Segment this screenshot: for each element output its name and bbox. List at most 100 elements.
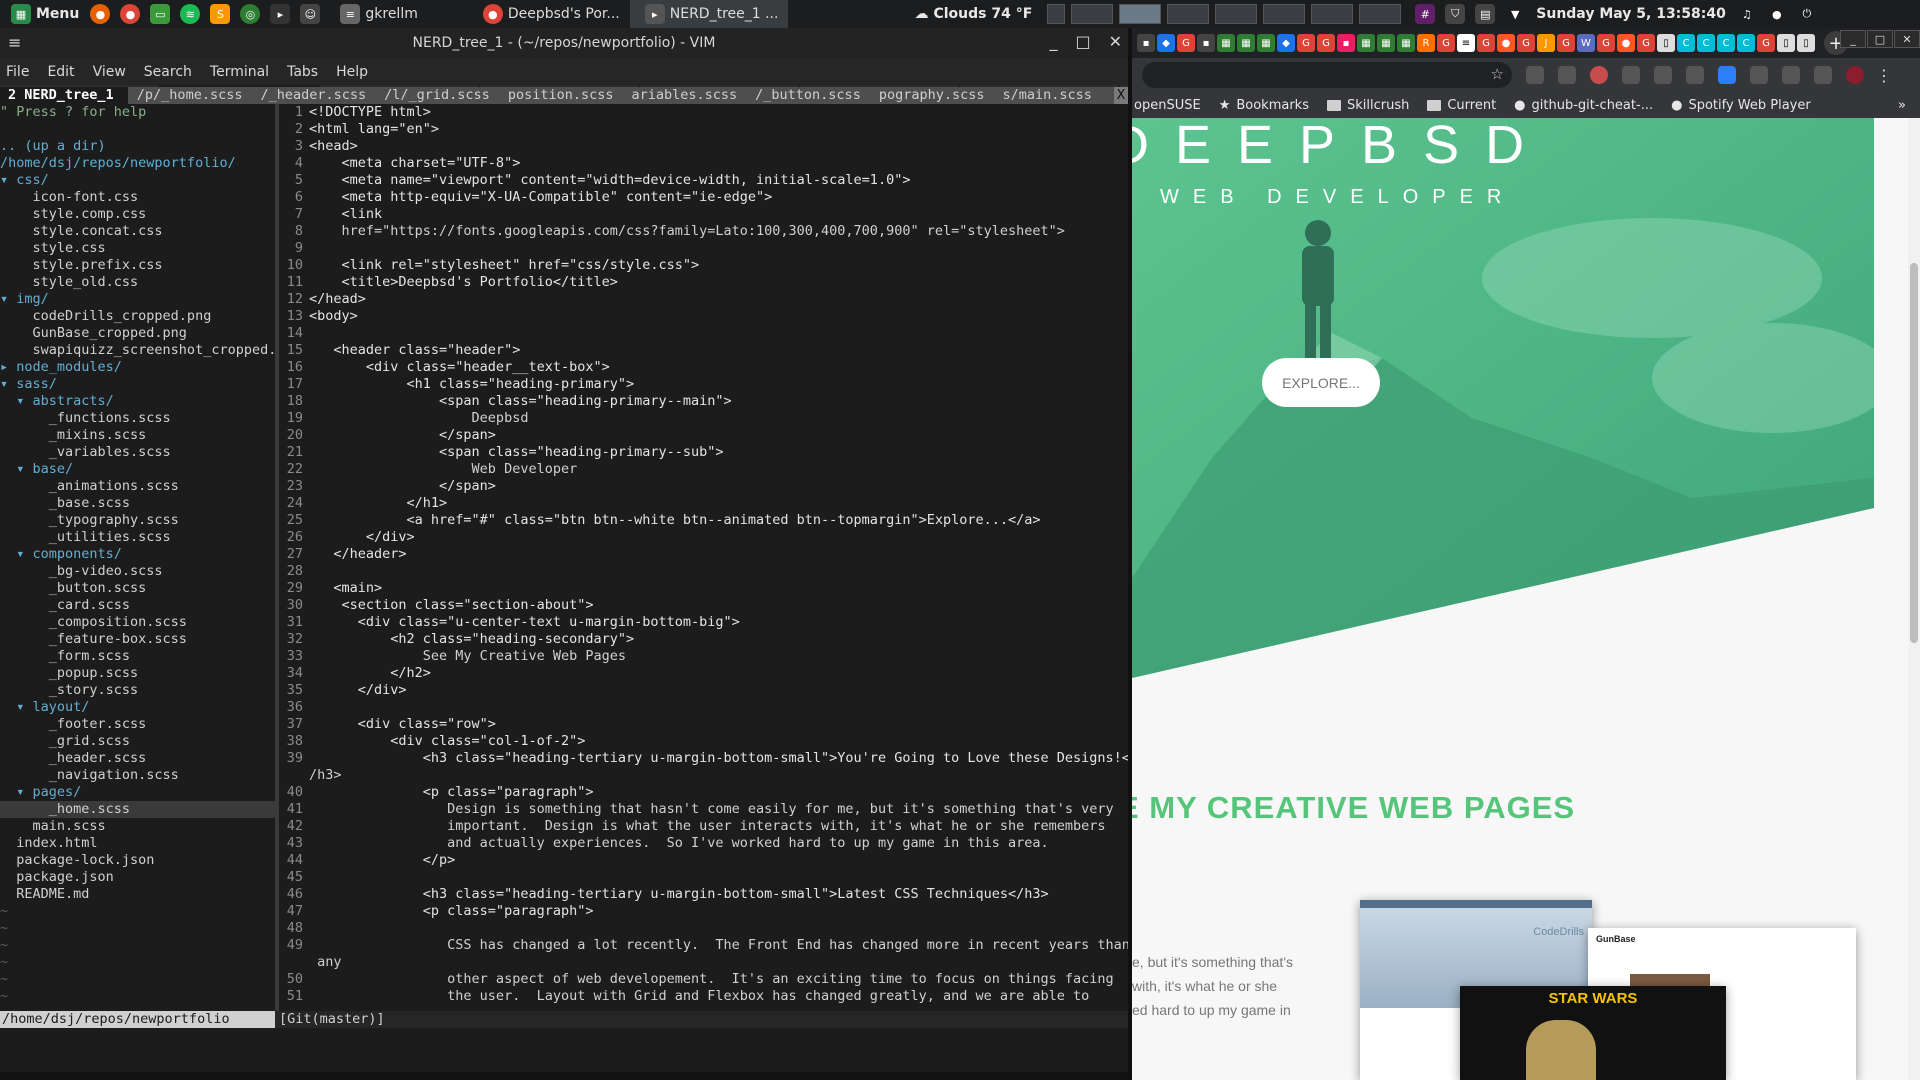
- code-line[interactable]: 38 <div class="col-1-of-2">: [279, 733, 1128, 750]
- hamburger-icon[interactable]: ≡: [8, 33, 21, 52]
- tab-favicon[interactable]: G: [1317, 34, 1335, 52]
- tree-file[interactable]: _story.scss: [0, 682, 275, 699]
- vim-tab[interactable]: /l/_grid.scss: [375, 87, 499, 104]
- maximize-icon[interactable]: □: [1867, 30, 1893, 48]
- tab-favicon[interactable]: ▪: [1337, 34, 1355, 52]
- code-buffer[interactable]: 1 <!DOCTYPE html> 2 <html lang="en"> 3 <head>…: [279, 104, 1128, 1011]
- code-line[interactable]: 20 </span>: [279, 427, 1128, 444]
- code-line[interactable]: 24 </h1>: [279, 495, 1128, 512]
- tree-file[interactable]: codeDrills_cropped.png: [0, 308, 275, 325]
- music-icon[interactable]: ♫: [1736, 4, 1757, 24]
- tab-favicon[interactable]: G: [1637, 34, 1655, 52]
- code-line[interactable]: 37 <div class="row">: [279, 716, 1128, 733]
- code-line[interactable]: 8 href="https://fonts.googleapis.com/css…: [279, 223, 1128, 240]
- tab-favicon[interactable]: G: [1437, 34, 1455, 52]
- minimize-icon[interactable]: _: [1840, 30, 1866, 48]
- code-line[interactable]: 9: [279, 240, 1128, 257]
- code-line[interactable]: 34 </h2>: [279, 665, 1128, 682]
- web-page[interactable]: DEEPBSD WEB DEVELOPER EXPLORE... E MY CR…: [1132, 118, 1920, 1080]
- maximize-icon[interactable]: □: [1075, 32, 1090, 51]
- tree-file[interactable]: package-lock.json: [0, 852, 275, 869]
- star-icon[interactable]: ☆: [1491, 65, 1504, 83]
- vim-tab-close[interactable]: X: [1113, 87, 1128, 104]
- tab-favicon[interactable]: ●: [1497, 34, 1515, 52]
- workspace[interactable]: [1263, 4, 1306, 24]
- code-line[interactable]: 19 Deepbsd: [279, 410, 1128, 427]
- code-line[interactable]: 29 <main>: [279, 580, 1128, 597]
- tab-favicon[interactable]: C: [1697, 34, 1715, 52]
- tree-file[interactable]: _utilities.scss: [0, 529, 275, 546]
- clock[interactable]: Sunday May 5, 13:58:40: [1530, 0, 1732, 28]
- code-line[interactable]: 15 <header class="header">: [279, 342, 1128, 359]
- bookmark-opensuse[interactable]: openSUSE: [1134, 98, 1201, 113]
- extension-icon[interactable]: [1526, 66, 1544, 84]
- tab-favicon[interactable]: G: [1477, 34, 1495, 52]
- code-line[interactable]: 13 <body>: [279, 308, 1128, 325]
- code-line[interactable]: 11 <title>Deepbsd's Portfolio</title>: [279, 274, 1128, 291]
- code-line[interactable]: 26 </div>: [279, 529, 1128, 546]
- code-line[interactable]: 25 <a href="#" class="btn btn--white btn…: [279, 512, 1128, 529]
- extension-icon[interactable]: [1686, 66, 1704, 84]
- tab-favicon[interactable]: ▦: [1257, 34, 1275, 52]
- code-line[interactable]: 40 <p class="paragraph">: [279, 784, 1128, 801]
- tree-directory[interactable]: ▾ layout/: [0, 699, 275, 716]
- tree-file[interactable]: GunBase_cropped.png: [0, 325, 275, 342]
- shield-icon[interactable]: ⛉: [1445, 4, 1466, 24]
- menu-edit[interactable]: Edit: [47, 64, 74, 80]
- tab-favicon[interactable]: G: [1177, 34, 1195, 52]
- vim-tab[interactable]: position.scss: [499, 87, 623, 104]
- extension-icon[interactable]: [1622, 66, 1640, 84]
- scrollbar-thumb[interactable]: [1910, 263, 1918, 643]
- tree-file[interactable]: [0, 121, 275, 138]
- close-icon[interactable]: ✕: [1894, 30, 1920, 48]
- minimize-icon[interactable]: _: [1049, 32, 1057, 51]
- chrome-icon[interactable]: ●: [120, 4, 141, 24]
- tree-file[interactable]: _button.scss: [0, 580, 275, 597]
- tree-file[interactable]: _composition.scss: [0, 614, 275, 631]
- tree-file[interactable]: style.css: [0, 240, 275, 257]
- tree-directory[interactable]: .. (up a dir): [0, 138, 275, 155]
- more-bookmarks-icon[interactable]: »: [1898, 98, 1906, 113]
- tab-favicon[interactable]: ▦: [1237, 34, 1255, 52]
- code-line[interactable]: 46 <h3 class="heading-tertiary u-margin-…: [279, 886, 1128, 903]
- menu-search[interactable]: Search: [144, 64, 192, 80]
- tree-file[interactable]: _variables.scss: [0, 444, 275, 461]
- code-line[interactable]: 2 <html lang="en">: [279, 121, 1128, 138]
- power-icon[interactable]: ⏻: [1796, 4, 1817, 24]
- tree-directory[interactable]: ▾ sass/: [0, 376, 275, 393]
- tab-favicon[interactable]: ▪: [1197, 34, 1215, 52]
- tab-favicon[interactable]: ◆: [1157, 34, 1175, 52]
- terminal-titlebar[interactable]: ≡ NERD_tree_1 - (~/repos/newportfolio) -…: [0, 28, 1128, 58]
- bookmark-skillcrush[interactable]: Skillcrush: [1326, 98, 1409, 113]
- bookmark-spotify[interactable]: ● Spotify Web Player: [1671, 98, 1811, 113]
- tab-favicon[interactable]: G: [1597, 34, 1615, 52]
- tab-favicon[interactable]: ▪: [1137, 34, 1155, 52]
- tab-favicon[interactable]: ▯: [1797, 34, 1815, 52]
- tab-favicon[interactable]: ≡: [1457, 34, 1475, 52]
- weather[interactable]: ☁ Clouds 74 °F: [908, 0, 1038, 28]
- workspace[interactable]: [1311, 4, 1354, 24]
- vim-tab[interactable]: /p/_home.scss: [128, 87, 252, 104]
- vim-tab[interactable]: /_button.scss: [746, 87, 870, 104]
- tab-favicon[interactable]: C: [1737, 34, 1755, 52]
- tab-favicon[interactable]: ▦: [1377, 34, 1395, 52]
- menu-button[interactable]: ▦ Menu: [0, 0, 85, 28]
- more-menu-icon[interactable]: ⋮: [1876, 66, 1892, 85]
- nerdtree-panel[interactable]: " Press ? for help .. (up a dir)/home/dsj…: [0, 104, 275, 1011]
- tab-favicon[interactable]: ▦: [1397, 34, 1415, 52]
- tab-favicon[interactable]: ◆: [1277, 34, 1295, 52]
- code-line[interactable]: 14: [279, 325, 1128, 342]
- tree-file[interactable]: style.concat.css: [0, 223, 275, 240]
- tree-file[interactable]: _form.scss: [0, 648, 275, 665]
- tree-file[interactable]: _mixins.scss: [0, 427, 275, 444]
- tree-directory[interactable]: ▾ css/: [0, 172, 275, 189]
- code-line[interactable]: 6 <meta http-equiv="X-UA-Compatible" con…: [279, 189, 1128, 206]
- profile-avatar[interactable]: [1846, 66, 1864, 84]
- tab-favicon[interactable]: G: [1757, 34, 1775, 52]
- code-line[interactable]: 10 <link rel="stylesheet" href="css/styl…: [279, 257, 1128, 274]
- bookmark-github[interactable]: ● github-git-cheat-...: [1514, 98, 1653, 113]
- tab-favicon[interactable]: C: [1717, 34, 1735, 52]
- extension-icon[interactable]: [1718, 66, 1736, 84]
- tab-favicon[interactable]: ▦: [1357, 34, 1375, 52]
- code-line[interactable]: 47 <p class="paragraph">: [279, 903, 1128, 920]
